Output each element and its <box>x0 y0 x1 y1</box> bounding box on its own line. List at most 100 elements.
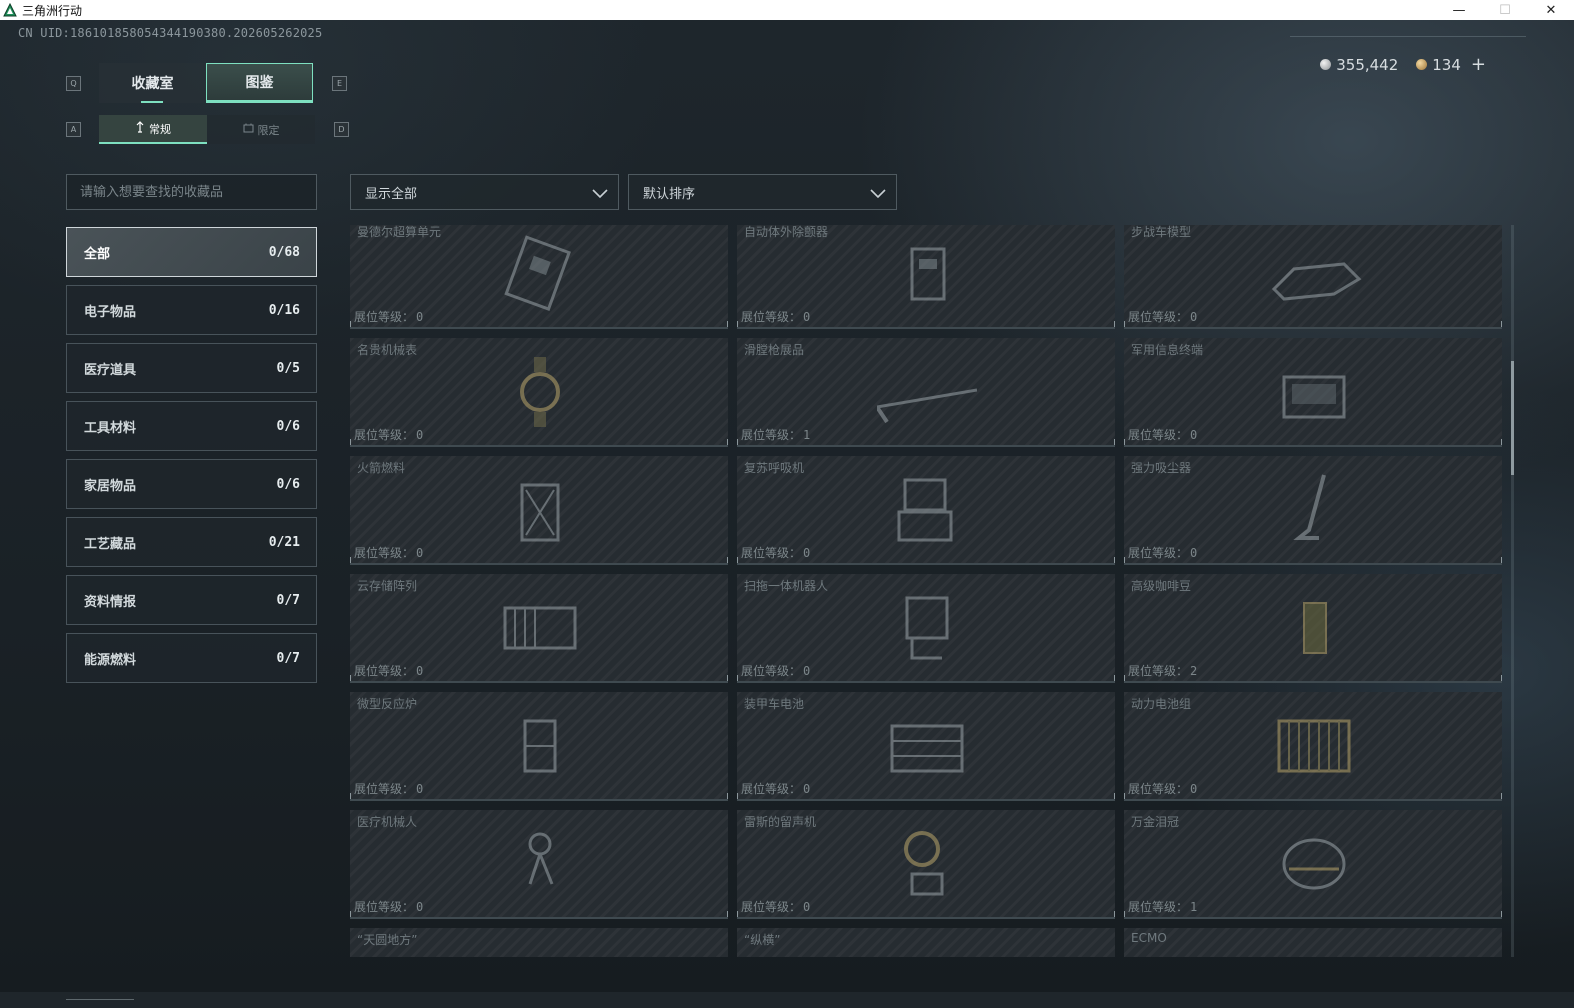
filter-value: 显示全部 <box>365 186 418 202</box>
gramophone-icon <box>904 831 944 896</box>
category-count: 0/6 <box>276 418 300 434</box>
collection-item-card[interactable]: 高级咖啡豆 展位等级： 2 <box>1124 574 1502 683</box>
collection-item-card[interactable]: “纵横” <box>737 928 1115 957</box>
category-crafts[interactable]: 工艺藏品 0/21 <box>66 517 317 567</box>
collection-item-card[interactable]: 曼德尔超算单元 展位等级： 0 <box>350 225 728 329</box>
card-corner-left <box>350 321 354 327</box>
item-level: 展位等级： 0 <box>354 662 423 679</box>
item-name: 曼德尔超算单元 <box>357 225 442 239</box>
level-label: 展位等级： <box>1128 900 1189 914</box>
tab-underline <box>141 101 163 103</box>
item-level: 展位等级： 1 <box>1128 898 1197 915</box>
fuel-can-icon <box>520 483 560 542</box>
collection-item-card[interactable]: 军用信息终端 展位等级： 0 <box>1124 338 1502 447</box>
collection-item-card[interactable]: 步战车模型 展位等级： 0 <box>1124 225 1502 329</box>
collection-item-card[interactable]: 滑膛枪展品 展位等级： 1 <box>737 338 1115 447</box>
storage-array-icon <box>503 606 577 650</box>
tab-codex[interactable]: 图鉴 <box>206 63 313 103</box>
subtab-regular[interactable]: 常规 <box>99 115 207 144</box>
collection-grid: 曼德尔超算单元 展位等级： 0 自动体外除颤器 展位等级： 0 步战车模型 展位等级： 0 名贵机… <box>350 225 1502 957</box>
category-tools[interactable]: 工具材料 0/6 <box>66 401 317 451</box>
subtab-limited[interactable]: 限定 <box>207 115 315 144</box>
card-corner-left <box>1124 557 1128 563</box>
card-corner-left <box>350 557 354 563</box>
collection-item-card[interactable]: 万金泪冠 展位等级： 1 <box>1124 810 1502 919</box>
category-medical[interactable]: 医疗道具 0/5 <box>66 343 317 393</box>
collection-item-card[interactable]: 雷斯的留声机 展位等级： 0 <box>737 810 1115 919</box>
category-household[interactable]: 家居物品 0/6 <box>66 459 317 509</box>
category-all[interactable]: 全部 0/68 <box>66 227 317 277</box>
card-corner-left <box>737 675 741 681</box>
collection-item-card[interactable]: 医疗机械人展位等级： 0 <box>350 810 728 919</box>
category-label: 家居物品 <box>84 478 137 494</box>
collection-item-card[interactable]: 云存储阵列 展位等级： 0 <box>350 574 728 683</box>
collection-item-card[interactable]: 强力吸尘器 展位等级： 0 <box>1124 456 1502 565</box>
collection-grid-viewport: 曼德尔超算单元 展位等级： 0 自动体外除颤器 展位等级： 0 步战车模型 展位等级： 0 名贵机… <box>350 225 1503 957</box>
item-level: 展位等级： 0 <box>1128 426 1197 443</box>
collection-item-card[interactable]: 复苏呼吸机 展位等级： 0 <box>737 456 1115 565</box>
card-corner-right <box>1111 675 1115 681</box>
circuit-board-icon <box>504 235 571 311</box>
silver-coin-icon <box>1320 59 1332 70</box>
item-name: 医疗机械人 <box>357 815 418 829</box>
collection-item-card[interactable]: 微型反应炉 展位等级： 0 <box>350 692 728 801</box>
close-button[interactable]: ✕ <box>1528 0 1574 20</box>
collection-item-card[interactable]: 扫拖一体机器人 展位等级： 0 <box>737 574 1115 683</box>
item-level: 展位等级： 0 <box>1128 308 1197 325</box>
tab-collection-room[interactable]: 收藏室 <box>99 63 206 103</box>
card-corner-right <box>1498 321 1502 327</box>
category-electronics[interactable]: 电子物品 0/16 <box>66 285 317 335</box>
add-currency-button[interactable]: + <box>1471 54 1486 75</box>
item-name: “天圆地方” <box>357 933 418 947</box>
ventilator-icon <box>897 478 953 542</box>
category-energy[interactable]: 能源燃料 0/7 <box>66 633 317 683</box>
level-label: 展位等级： <box>741 900 802 914</box>
collection-item-card[interactable]: 装甲车电池展位等级： 0 <box>737 692 1115 801</box>
vehicle-model-icon <box>1271 262 1362 301</box>
card-corner-right <box>1498 793 1502 799</box>
collection-search-input[interactable] <box>66 174 317 210</box>
collection-item-card[interactable]: ECMO <box>1124 928 1502 957</box>
card-corner-right <box>724 321 728 327</box>
level-label: 展位等级： <box>1128 782 1189 796</box>
minimize-button[interactable]: — <box>1436 0 1482 20</box>
collection-item-card[interactable]: “天圆地方” <box>350 928 728 957</box>
grid-scrollbar[interactable] <box>1511 225 1514 957</box>
item-name: 微型反应炉 <box>357 697 418 711</box>
collection-item-card[interactable]: 自动体外除颤器 展位等级： 0 <box>737 225 1115 329</box>
card-corner-left <box>350 911 354 917</box>
item-name: 动力电池组 <box>1131 697 1192 711</box>
category-intel[interactable]: 资料情报 0/7 <box>66 575 317 625</box>
level-label: 展位等级： <box>354 428 415 442</box>
sort-value: 默认排序 <box>643 186 696 202</box>
collection-item-card[interactable]: 名贵机械表 展位等级： 0 <box>350 338 728 447</box>
item-name: 装甲车电池 <box>744 697 805 711</box>
collection-item-card[interactable]: 火箭燃料 展位等级： 0 <box>350 456 728 565</box>
scrollbar-thumb[interactable] <box>1511 361 1514 475</box>
level-value: 2 <box>1190 664 1198 678</box>
level-label: 展位等级： <box>1128 664 1189 678</box>
category-count: 0/16 <box>268 302 300 318</box>
terminal-icon <box>1282 375 1346 419</box>
filter-dropdown[interactable]: 显示全部 <box>350 174 619 210</box>
battery-pack-icon <box>1277 719 1351 773</box>
item-level: 展位等级： 0 <box>354 898 423 915</box>
item-level: 展位等级： 0 <box>741 780 810 797</box>
sort-dropdown[interactable]: 默认排序 <box>628 174 897 210</box>
item-level: 展位等级： 0 <box>354 426 423 443</box>
card-corner-right <box>1498 439 1502 445</box>
level-label: 展位等级： <box>741 428 802 442</box>
maximize-button[interactable]: ☐ <box>1482 0 1528 20</box>
key-hint-next-tab: E <box>332 76 347 91</box>
card-corner-right <box>1111 321 1115 327</box>
item-name: 扫拖一体机器人 <box>744 579 829 593</box>
collection-item-card[interactable]: 动力电池组 展位等级： 0 <box>1124 692 1502 801</box>
artifact-icon <box>490 942 590 957</box>
category-list: 全部 0/68 电子物品 0/16 医疗道具 0/5 工具材料 0/6 家居物品… <box>66 227 317 691</box>
tab-label: 图鉴 <box>245 75 274 91</box>
level-value: 0 <box>416 546 424 560</box>
category-count: 0/7 <box>276 592 300 608</box>
item-name: 军用信息终端 <box>1131 343 1204 357</box>
window-title: 三角洲行动 <box>22 3 83 18</box>
battery-icon <box>890 724 964 773</box>
